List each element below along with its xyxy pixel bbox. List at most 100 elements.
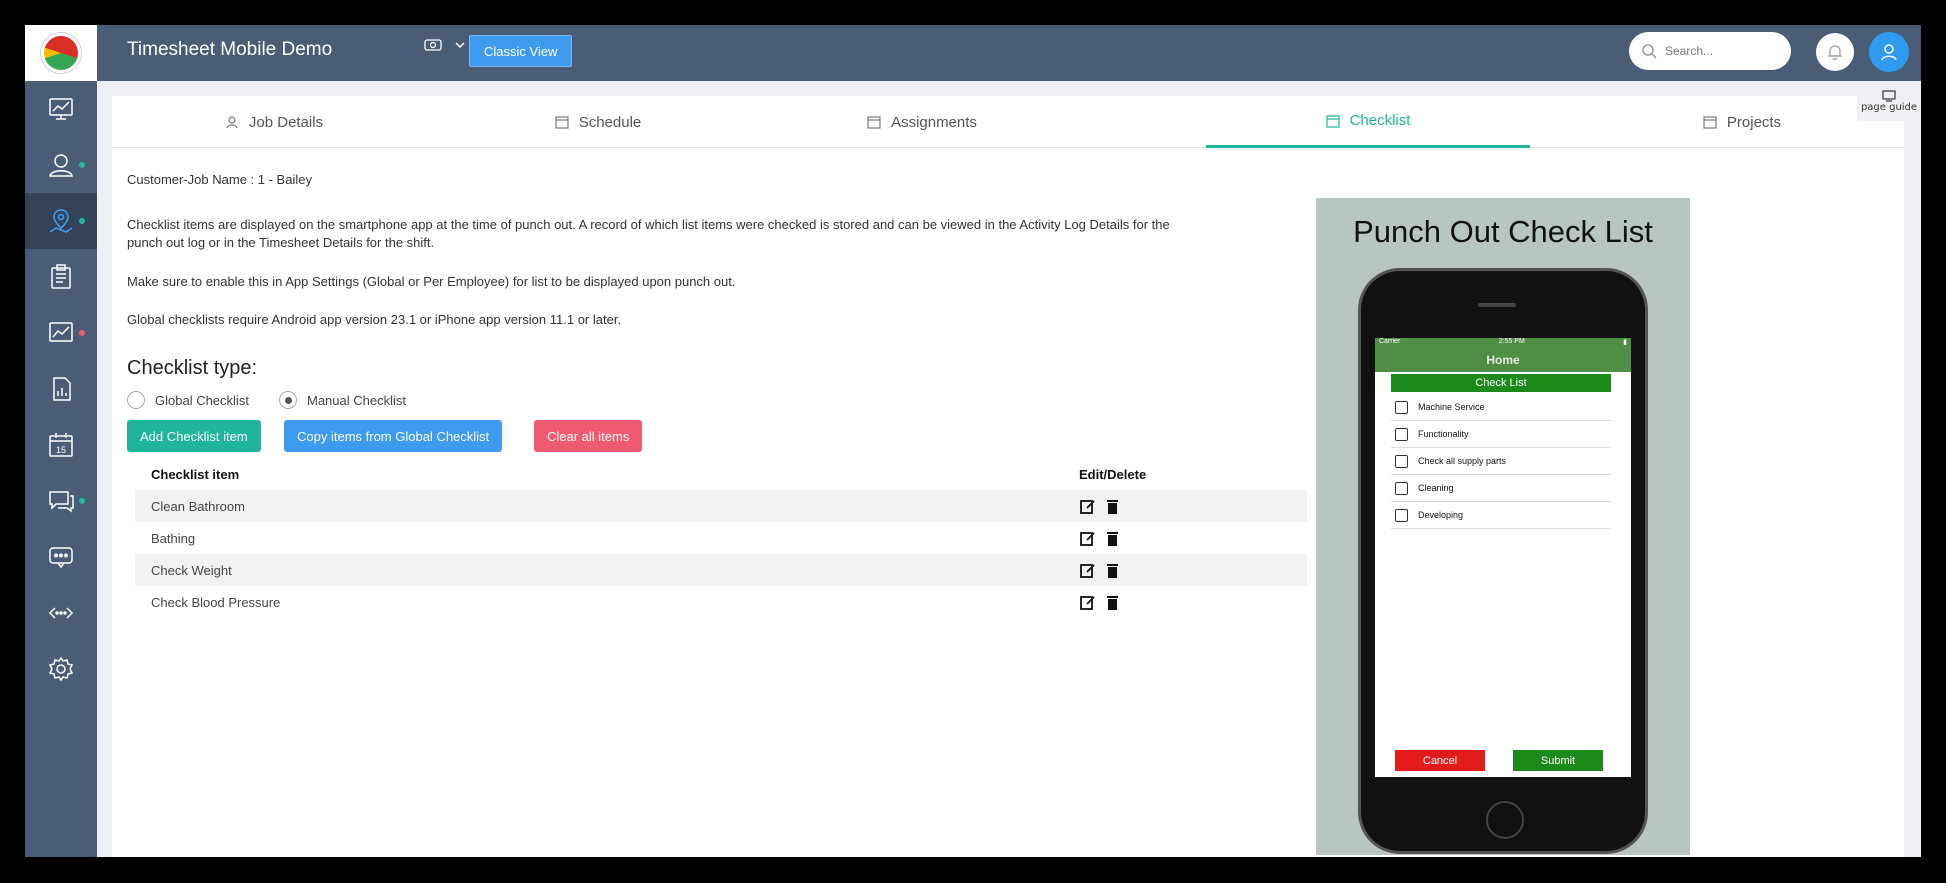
trash-icon[interactable] [1104,562,1121,579]
customer-job-name: Customer-Job Name : 1 - Bailey [127,172,312,187]
sidebar-item-settings[interactable] [25,641,97,697]
punch-out-checklist-image: Punch Out Check List Carrier 2:55 PM ▮ H… [1316,198,1690,855]
user-icon [49,154,73,177]
sidebar-item-calendar[interactable]: 15 [25,417,97,473]
clear-all-items-button[interactable]: Clear all items [534,420,643,452]
row-actions [1079,530,1121,547]
phone-home-bar: Home [1375,348,1631,372]
search-box[interactable] [1629,32,1791,70]
checkbox-icon [1395,427,1408,441]
logo-icon [41,33,81,73]
radio-global-checklist[interactable]: Global Checklist [127,391,249,409]
radio-button-selected[interactable] [279,391,297,409]
calendar-icon [867,116,881,129]
edit-icon[interactable] [1079,594,1096,611]
edit-icon[interactable] [1079,530,1096,547]
sidebar-item-more[interactable] [25,529,97,585]
tab-bar: Job Details Schedule Assignments Checkli… [112,96,1904,148]
gear-icon [48,656,74,682]
tab-checklist[interactable]: Checklist [1206,96,1530,148]
tab-label: Projects [1726,113,1782,131]
search-input[interactable] [1665,44,1775,58]
alert-dot [79,330,85,336]
logo[interactable] [25,25,97,81]
table-row: Check Blood Pressure [135,586,1307,618]
phone-checklist-header: Check List [1391,374,1611,392]
user-icon [226,116,238,129]
money-icon[interactable] [424,38,442,56]
radio-label: Global Checklist [155,392,249,408]
tab-label: Schedule [578,113,642,131]
user-icon [1881,44,1897,61]
edit-icon[interactable] [1079,562,1096,579]
phone-statusbar: Carrier 2:55 PM ▮ [1375,338,1631,348]
status-dot [79,162,85,168]
version-note: Global checklists require Android app ve… [127,312,622,327]
trend-chart-icon [49,322,73,342]
row-item-label: Check Blood Pressure [151,594,281,610]
phone-home-button [1486,801,1524,839]
header-edit-delete: Edit/Delete [1079,466,1147,482]
checkbox-icon [1395,454,1408,468]
sidebar-item-messages[interactable] [25,473,97,529]
tab-projects[interactable]: Projects [1580,96,1904,148]
sidebar-item-dashboard[interactable] [25,81,97,137]
calendar-icon: 15 [49,433,73,457]
add-checklist-item-button[interactable]: Add Checklist item [127,420,261,452]
row-actions [1079,594,1121,611]
document-chart-icon [53,377,71,401]
sidebar-item-employees[interactable] [25,137,97,193]
row-actions [1079,562,1121,579]
more-chat-icon [49,547,73,569]
svg-text:15: 15 [56,445,66,455]
calendar-icon [1325,114,1340,128]
clipboard-icon [51,264,71,289]
user-menu-button[interactable] [1869,32,1909,72]
chat-icon [49,491,74,513]
tab-job-details[interactable]: Job Details [112,96,436,148]
phone-checklist-item: Machine Service [1391,394,1611,421]
sidebar-item-reports-trend[interactable] [25,305,97,361]
tab-schedule[interactable]: Schedule [436,96,760,148]
trash-icon[interactable] [1104,498,1121,515]
checklist-table: Checklist item Edit/Delete Clean Bathroo… [135,458,1307,618]
description-line-1: Checklist items are displayed on the sma… [127,217,1170,232]
table-row: Clean Bathroom [135,490,1307,522]
top-header: Timesheet Mobile Demo Classic View [97,25,1921,81]
tab-label: Assignments [891,113,977,131]
row-item-label: Bathing [151,530,196,546]
row-actions [1079,498,1121,515]
chevron-down-icon[interactable] [454,39,466,55]
status-dot [79,498,85,504]
bell-icon [1828,45,1842,60]
table-row: Check Weight [135,554,1307,586]
description-line-2: punch out log or in the Timesheet Detail… [127,235,435,250]
phone-checklist-item: Developing [1391,502,1611,529]
trash-icon[interactable] [1104,594,1121,611]
app-title: Timesheet Mobile Demo [127,39,333,60]
search-icon [1642,44,1657,59]
checkbox-icon [1395,400,1408,414]
sidebar-item-documents[interactable] [25,361,97,417]
sidebar-item-jobs[interactable] [25,193,97,249]
sidebar-item-integrations[interactable] [25,585,97,641]
battery-icon: ▮ [1623,339,1627,346]
table-row: Bathing [135,522,1307,554]
radio-manual-checklist[interactable]: Manual Checklist [279,391,406,409]
copy-global-checklist-button[interactable]: Copy items from Global Checklist [284,420,503,452]
code-arrows-icon [48,607,74,619]
radio-button[interactable] [127,391,145,409]
notifications-button[interactable] [1816,33,1854,71]
edit-icon[interactable] [1079,498,1096,515]
sidebar: 15 [25,25,97,857]
dashboard-monitor-icon [49,98,73,120]
phone-checklist-item: Cleaning [1391,475,1611,502]
phone-checklist-item: Functionality [1391,421,1611,448]
radio-label: Manual Checklist [307,392,406,408]
tab-assignments[interactable]: Assignments [760,96,1084,148]
trash-icon[interactable] [1104,530,1121,547]
classic-view-button[interactable]: Classic View [469,35,573,67]
sidebar-item-timesheets[interactable] [25,249,97,305]
checklist-type-heading: Checklist type: [127,357,258,379]
phone-image-title: Punch Out Check List [1353,214,1653,249]
